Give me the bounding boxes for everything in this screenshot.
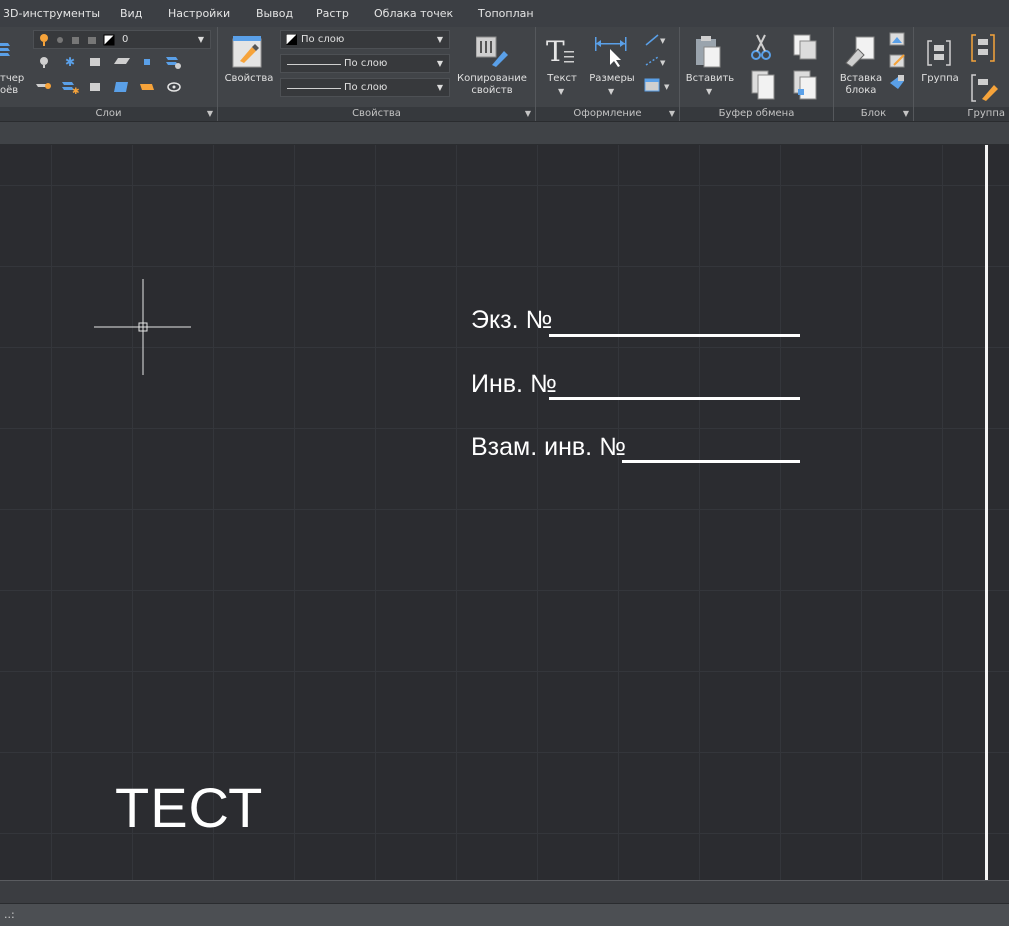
properties-panel-title: Свойства [218, 107, 535, 121]
clipboard-panel: Вставить ▼ Буфер обмена [680, 27, 834, 121]
match-properties-label[interactable]: Копирование свойств [454, 73, 530, 97]
crosshair-cursor [94, 279, 191, 375]
command-line[interactable]: ..: [0, 903, 1009, 926]
color-swatch-icon [286, 34, 297, 45]
properties-panel-expand-icon[interactable]: ▼ [525, 107, 531, 121]
chevron-down-icon[interactable]: ▼ [706, 87, 712, 96]
text-icon[interactable]: T [546, 37, 576, 67]
current-layer-value: 0 [122, 34, 129, 45]
group-panel: Группа Группа [914, 27, 1009, 121]
layer-combo[interactable]: 0 ▼ [33, 30, 211, 49]
svg-text:✱: ✱ [65, 55, 75, 69]
copy-number-underline[interactable] [549, 334, 800, 337]
layer-tools-icons[interactable]: ✱ ✱ [34, 54, 184, 102]
block-panel-title: Блок [834, 107, 913, 121]
inventory-number-label[interactable]: Инв. № [471, 370, 557, 399]
inventory-number-underline[interactable] [549, 397, 800, 400]
layers-panel-expand-icon[interactable]: ▼ [207, 107, 213, 121]
lineweight-value: По слою [344, 82, 388, 93]
layers-panel-title: Слои [0, 107, 217, 121]
chevron-down-icon: ▼ [436, 83, 443, 92]
annotation-panel-expand-icon[interactable]: ▼ [669, 107, 675, 121]
clipboard-tools-icons[interactable] [748, 31, 832, 103]
svg-text:✱: ✱ [72, 87, 80, 97]
svg-text:▼: ▼ [660, 59, 666, 67]
annotation-panel-title: Оформление [536, 107, 679, 121]
layout-tabs-bar [0, 880, 1009, 903]
paste-button-label[interactable]: Вставить [684, 73, 736, 85]
properties-button-label[interactable]: Свойства [224, 73, 274, 85]
drawing-canvas[interactable]: Экз. № Инв. № Взам. инв. № ТЕСТ [0, 145, 1009, 880]
chevron-down-icon[interactable]: ▼ [608, 87, 614, 96]
block-tools-icons[interactable] [888, 31, 910, 97]
linetype-combo[interactable]: По слою ▼ [280, 54, 450, 73]
menu-settings[interactable]: Настройки [168, 7, 230, 20]
annotation-tools-icons[interactable]: ▼ ▼ ▼ [644, 31, 678, 99]
drawing-frame-border[interactable] [985, 145, 988, 880]
layer-manager-label[interactable]: тчер оёв [0, 73, 24, 97]
match-properties-icon[interactable] [476, 35, 510, 69]
lineweight-preview [287, 88, 341, 89]
menu-point-clouds[interactable]: Облака точек [374, 7, 453, 20]
layer-manager-icon[interactable] [0, 39, 12, 61]
paste-icon[interactable] [694, 35, 724, 69]
replacement-inventory-label[interactable]: Взам. инв. № [471, 433, 626, 462]
svg-text:▼: ▼ [660, 37, 666, 45]
ribbon: тчер оёв 0 ▼ ✱ ✱ Слои ▼ Свойства По слою… [0, 27, 1009, 122]
chevron-down-icon: ▼ [436, 59, 443, 68]
layer-state-icons [40, 34, 115, 46]
svg-text:T: T [546, 37, 565, 67]
color-combo[interactable]: По слою ▼ [280, 30, 450, 49]
chevron-down-icon: ▼ [436, 35, 443, 44]
replacement-inventory-underline[interactable] [622, 460, 800, 463]
svg-text:▼: ▼ [664, 83, 670, 91]
properties-icon[interactable] [232, 35, 264, 69]
menu-bar: 3D-инструменты Вид Настройки Вывод Растр… [0, 0, 1009, 28]
dimensions-icon[interactable] [594, 35, 628, 67]
chevron-down-icon: ▼ [197, 35, 204, 44]
annotation-panel: T Текст ▼ Размеры ▼ ▼ ▼ ▼ Оформление ▼ [536, 27, 680, 121]
dimensions-button-label[interactable]: Размеры [586, 73, 638, 85]
group-tools-icons[interactable] [970, 31, 1006, 103]
clipboard-panel-title: Буфер обмена [680, 107, 833, 121]
layers-panel: тчер оёв 0 ▼ ✱ ✱ Слои ▼ [0, 27, 218, 121]
group-icon[interactable] [926, 39, 952, 67]
linetype-preview [287, 64, 341, 65]
insert-block-icon[interactable] [844, 35, 876, 67]
insert-block-label[interactable]: Вставка блока [836, 73, 886, 97]
copy-number-label[interactable]: Экз. № [471, 306, 552, 335]
block-panel: Вставка блока Блок ▼ [834, 27, 914, 121]
lineweight-combo[interactable]: По слою ▼ [280, 78, 450, 97]
menu-raster[interactable]: Растр [316, 7, 349, 20]
menu-topoplan[interactable]: Топоплан [478, 7, 534, 20]
group-panel-title: Группа [914, 107, 1009, 121]
document-tab-bar [0, 122, 1009, 145]
block-panel-expand-icon[interactable]: ▼ [903, 107, 909, 121]
menu-3d-tools[interactable]: 3D-инструменты [3, 7, 100, 20]
command-prompt: ..: [4, 908, 15, 921]
linetype-value: По слою [344, 58, 388, 69]
text-button-label[interactable]: Текст [542, 73, 582, 85]
properties-panel: Свойства По слою ▼ По слою ▼ По слою ▼ К… [218, 27, 536, 121]
test-text[interactable]: ТЕСТ [115, 775, 263, 840]
group-button-label[interactable]: Группа [916, 73, 964, 85]
menu-output[interactable]: Вывод [256, 7, 293, 20]
menu-view[interactable]: Вид [120, 7, 142, 20]
chevron-down-icon[interactable]: ▼ [558, 87, 564, 96]
color-value: По слою [301, 34, 345, 45]
